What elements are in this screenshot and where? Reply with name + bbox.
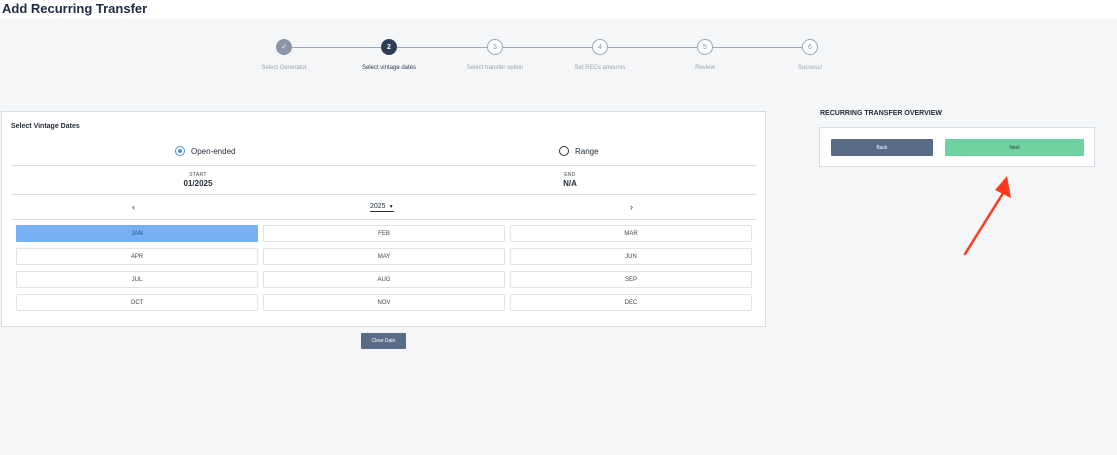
annotation-arrow-icon xyxy=(963,176,1011,256)
step-connector xyxy=(713,47,802,48)
step-connector xyxy=(397,47,487,48)
open-ended-label: Open-ended xyxy=(191,146,236,156)
overview-title: RECURRING TRANSFER OVERVIEW xyxy=(820,110,942,117)
range-label: Range xyxy=(575,146,599,156)
step-2-circle: 2 xyxy=(381,39,397,55)
start-value: 01/2025 xyxy=(183,179,213,188)
step-5-label: Review xyxy=(695,65,715,71)
date-mode-options: Open-ended Range xyxy=(12,142,756,166)
next-button[interactable]: Next xyxy=(945,139,1084,156)
step-connector xyxy=(292,47,381,48)
end-value: N/A xyxy=(563,179,577,188)
month-cell-nov[interactable]: NOV xyxy=(263,294,505,311)
caret-down-icon: ▼ xyxy=(388,204,394,210)
previous-year-icon[interactable]: ‹ xyxy=(132,202,135,212)
clear-date-button[interactable]: Clear Date xyxy=(361,333,406,349)
year-value: 2025 xyxy=(370,203,386,210)
month-cell-apr[interactable]: APR xyxy=(16,248,258,265)
month-cell-dec[interactable]: DEC xyxy=(510,294,752,311)
radio-unchecked-icon xyxy=(559,146,569,156)
open-ended-radio[interactable]: Open-ended xyxy=(175,146,235,156)
step-connector xyxy=(503,47,592,48)
next-year-icon[interactable]: › xyxy=(630,202,633,212)
step-6-label: Success! xyxy=(797,65,823,71)
end-caption: END xyxy=(564,172,576,178)
step-connector xyxy=(608,47,697,48)
month-cell-may[interactable]: MAY xyxy=(263,248,505,265)
overview-card: Back Next xyxy=(819,127,1095,167)
year-navigation: ‹ 2025 ▼ › xyxy=(12,197,756,220)
month-cell-jul[interactable]: JUL xyxy=(16,271,258,288)
month-cell-feb[interactable]: FEB xyxy=(263,225,505,242)
month-cell-jun[interactable]: JUN xyxy=(510,248,752,265)
step-4-circle: 4 xyxy=(592,39,608,55)
step-1-circle: ✓ xyxy=(276,39,292,55)
start-summary: START 01/2025 xyxy=(138,172,258,188)
month-cell-oct[interactable]: OCT xyxy=(16,294,258,311)
month-cell-aug[interactable]: AUG xyxy=(263,271,505,288)
page-title: Add Recurring Transfer xyxy=(2,1,148,16)
step-6-circle: 6 xyxy=(802,39,818,55)
step-3-circle: 3 xyxy=(487,39,503,55)
start-end-summary: START 01/2025 END N/A xyxy=(12,168,756,195)
top-bar: Add Recurring Transfer xyxy=(0,0,1117,19)
vintage-dates-card: Select Vintage Dates Open-ended Range ST… xyxy=(1,111,766,327)
card-title: Select Vintage Dates xyxy=(11,123,80,130)
year-dropdown[interactable]: 2025 ▼ xyxy=(370,203,394,212)
back-button[interactable]: Back xyxy=(831,139,933,156)
progress-stepper: ✓ 2 3 4 5 6 Select Generator Select vint… xyxy=(0,38,1117,78)
check-icon: ✓ xyxy=(281,44,287,51)
month-cell-jan[interactable]: JAN xyxy=(16,225,258,242)
step-4-label: Set RECs amounts xyxy=(574,65,626,71)
step-2-label: Select vintage dates xyxy=(361,65,417,71)
step-1-label: Select Generator xyxy=(261,65,307,71)
step-3-label: Select transfer option xyxy=(466,65,524,71)
end-summary: END N/A xyxy=(510,172,630,188)
range-radio[interactable]: Range xyxy=(559,146,599,156)
month-cell-mar[interactable]: MAR xyxy=(510,225,752,242)
start-caption: START xyxy=(189,172,207,178)
step-5-circle: 5 xyxy=(697,39,713,55)
month-cell-sep[interactable]: SEP xyxy=(510,271,752,288)
radio-checked-icon xyxy=(175,146,185,156)
